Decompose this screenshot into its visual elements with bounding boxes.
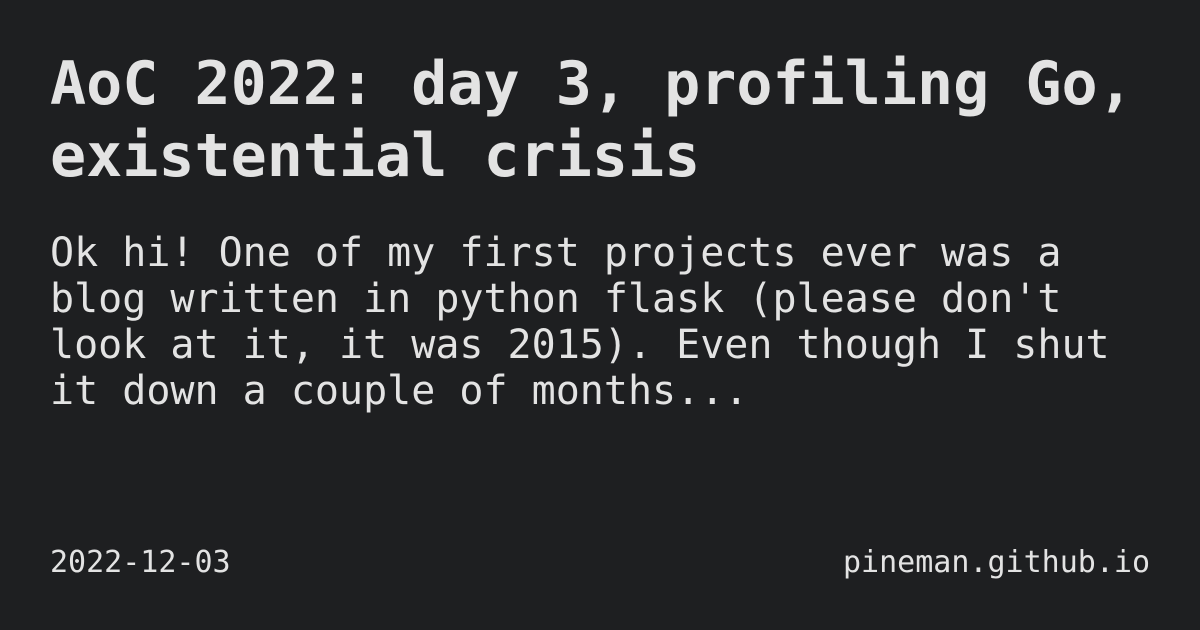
site-url: pineman.github.io bbox=[842, 545, 1150, 580]
footer: 2022-12-03 pineman.github.io bbox=[50, 543, 1150, 583]
post-title: AoC 2022: day 3, profiling Go, existenti… bbox=[50, 49, 1134, 191]
post-date: 2022-12-03 bbox=[50, 545, 231, 580]
post-excerpt: Ok hi! One of my first projects ever was… bbox=[50, 230, 1110, 414]
